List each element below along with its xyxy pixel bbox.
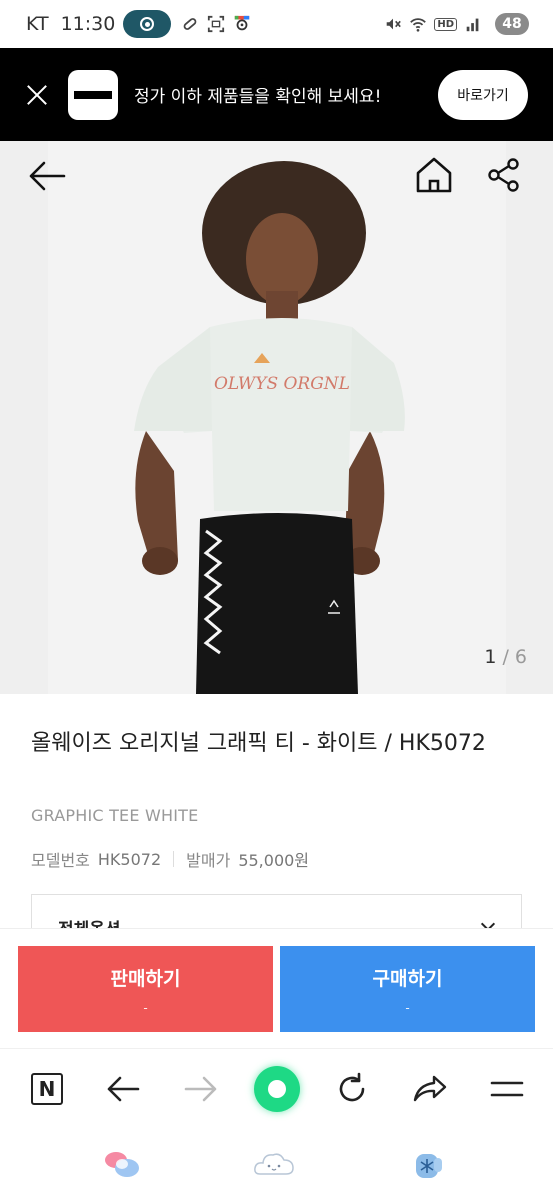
- buy-price: -: [405, 1000, 410, 1015]
- browser-forward-button[interactable]: [181, 1069, 221, 1109]
- product-subtitle: GRAPHIC TEE WHITE: [31, 806, 199, 825]
- browser-menu-button[interactable]: [487, 1069, 527, 1109]
- buy-button[interactable]: 구매하기 -: [280, 946, 535, 1032]
- gallery-pager: 1 / 6: [484, 646, 527, 668]
- screen-record-indicator: [123, 10, 172, 38]
- action-bar: 판매하기 - 구매하기 -: [0, 928, 553, 1048]
- browser-share-button[interactable]: [410, 1069, 450, 1109]
- product-image-gallery[interactable]: OLWYS ORGNL 1 / 6: [0, 141, 553, 694]
- release-price-label: 발매가: [186, 851, 231, 870]
- hd-voice-badge: HD: [434, 17, 457, 31]
- chat-bubbles-icon[interactable]: [100, 1148, 144, 1182]
- reload-icon: [339, 1072, 365, 1102]
- model-number-value: HK5072: [97, 849, 162, 869]
- sell-button[interactable]: 판매하기 -: [18, 946, 273, 1032]
- product-photo: OLWYS ORGNL: [134, 161, 405, 694]
- pager-current: 1: [484, 646, 497, 668]
- status-time: 11:30: [60, 13, 116, 35]
- model-number-label: 모델번호: [31, 851, 90, 870]
- buy-button-label: 구매하기: [372, 967, 443, 990]
- svg-text:OLWYS ORGNL: OLWYS ORGNL: [214, 374, 350, 394]
- product-title: 올웨이즈 오리지널 그래픽 티 - 화이트 / HK5072: [31, 731, 486, 756]
- browser-toolbar: N: [0, 1048, 553, 1130]
- promo-banner: 정가 이하 제품들을 확인해 보세요! 바로가기: [0, 48, 553, 141]
- back-arrow-icon[interactable]: [28, 159, 66, 193]
- naver-home-button[interactable]: N: [27, 1069, 67, 1109]
- sell-price: -: [143, 1000, 148, 1015]
- forward-share-icon: [413, 1075, 447, 1102]
- browser-back-button[interactable]: [103, 1069, 143, 1109]
- banner-message: 정가 이하 제품들을 확인해 보세요!: [134, 87, 382, 107]
- snowflake-mitten-icon[interactable]: [408, 1148, 452, 1182]
- sell-button-label: 판매하기: [110, 967, 181, 990]
- scan-icon: [208, 15, 225, 33]
- share-icon[interactable]: [486, 157, 522, 193]
- home-icon[interactable]: [414, 155, 454, 195]
- reload-button[interactable]: [332, 1069, 372, 1109]
- map-pin-icon: [235, 15, 250, 31]
- close-banner-button[interactable]: [26, 84, 48, 106]
- naver-n-icon: N: [31, 1073, 63, 1105]
- release-price-value: 55,000원: [238, 851, 310, 870]
- product-meta: 모델번호 HK5072 발매가 55,000원: [31, 847, 309, 871]
- carrier-label: KT: [26, 13, 49, 35]
- system-nav-bar: [0, 1130, 553, 1200]
- arrow-right-icon: [184, 1076, 217, 1102]
- meta-divider: [173, 851, 175, 867]
- hamburger-menu-icon: [490, 1081, 524, 1097]
- go-now-button[interactable]: 바로가기: [438, 69, 528, 120]
- signal-icon: [466, 18, 479, 32]
- arrow-left-icon: [107, 1076, 140, 1102]
- pager-separator: /: [502, 646, 509, 668]
- app-logo: [68, 69, 118, 120]
- green-dot-button[interactable]: [254, 1066, 300, 1112]
- wifi-icon: [410, 18, 427, 32]
- pill-icon: [184, 18, 197, 30]
- mute-icon: [387, 18, 402, 30]
- cloud-face-icon[interactable]: [252, 1148, 296, 1182]
- battery-indicator: 48: [495, 13, 529, 35]
- status-bar: KT 11:30 HD 48: [0, 0, 553, 48]
- pager-total: 6: [514, 646, 527, 668]
